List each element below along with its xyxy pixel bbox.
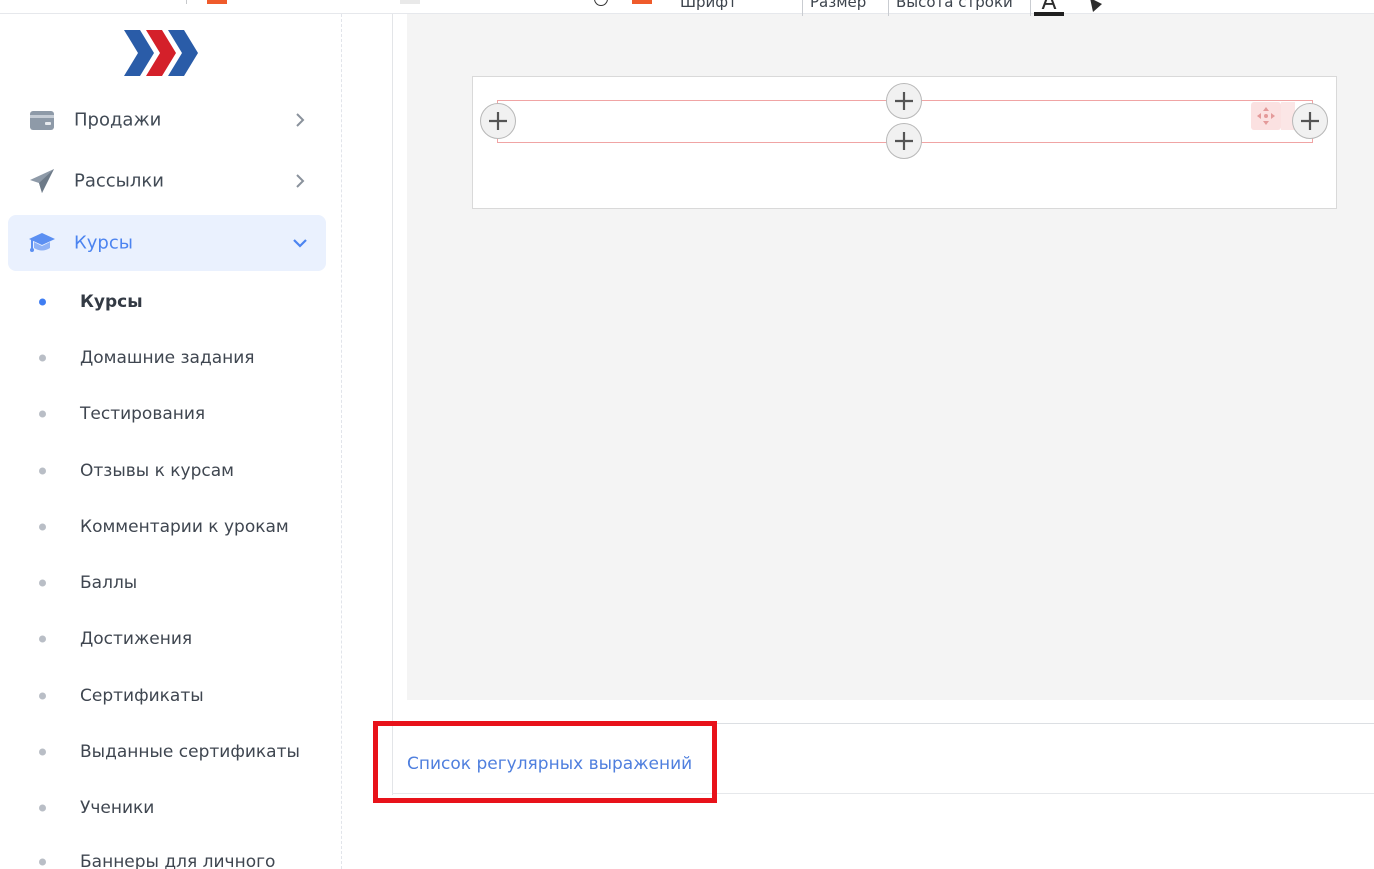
sidebar-subitem-label: Тестирования	[80, 404, 206, 424]
content-border	[392, 14, 393, 795]
sidebar-subitem-label: Сертификаты	[80, 686, 204, 706]
paper-plane-icon	[30, 169, 54, 193]
sidebar-subitem-courses[interactable]: Курсы	[0, 282, 340, 322]
add-above-button[interactable]	[886, 83, 922, 119]
sidebar-subitem-banners[interactable]: Баннеры для личного	[0, 842, 340, 869]
sidebar-subitem-label: Достижения	[80, 629, 193, 649]
sidebar-subitem-tests[interactable]: Тестирования	[0, 394, 340, 434]
sidebar-subitem-lesson-comments[interactable]: Комментарии к урокам	[0, 507, 340, 547]
sidebar-subitem-achievements[interactable]: Достижения	[0, 619, 340, 659]
bullet-dot	[39, 410, 46, 418]
move-icon[interactable]	[1251, 102, 1281, 130]
sidebar-subitem-label: Баллы	[80, 573, 138, 593]
wallet-card-icon	[30, 111, 54, 130]
logo-icon[interactable]	[122, 28, 202, 78]
sidebar-subitem-label: Курсы	[80, 292, 143, 312]
toolbar-separator	[802, 0, 803, 16]
sidebar-subitem-course-reviews[interactable]: Отзывы к курсам	[0, 451, 340, 491]
plus-icon	[489, 112, 507, 130]
globe-icon[interactable]	[594, 0, 608, 6]
bullet-dot	[39, 354, 46, 362]
sidebar-subitem-certificates[interactable]: Сертификаты	[0, 676, 340, 716]
bullet-dot	[39, 523, 46, 531]
sidebar-item-mailings[interactable]: Рассылки	[8, 153, 326, 209]
line-height-select[interactable]: Высота строки	[896, 0, 1013, 11]
bullet-dot	[39, 858, 46, 866]
toolbar-separator	[888, 0, 889, 16]
sidebar-item-label: Продажи	[74, 109, 162, 131]
divider	[392, 793, 1374, 794]
fill-color-icon[interactable]	[1087, 0, 1109, 14]
sidebar-subitem-label: Отзывы к курсам	[80, 461, 234, 481]
graduation-cap-icon	[29, 233, 55, 252]
bullet-dot	[39, 692, 46, 700]
bullet-dot	[39, 804, 46, 812]
size-select[interactable]: Размер	[810, 0, 866, 11]
chevron-right-icon	[296, 174, 305, 188]
app-window: Продажи Рассылки Курсы Курсы Домашние за…	[0, 0, 1374, 869]
sidebar-subitem-label: Домашние задания	[80, 348, 255, 368]
plus-icon	[1301, 112, 1319, 130]
divider	[392, 723, 1374, 724]
sidebar-item-label: Рассылки	[74, 170, 164, 192]
sidebar-subitem-homework[interactable]: Домашние задания	[0, 338, 340, 378]
bullet-dot	[39, 467, 46, 475]
bullet-dot	[39, 298, 46, 306]
bullet-dot	[39, 579, 46, 587]
sidebar-subitem-issued-certificates[interactable]: Выданные сертификаты	[0, 732, 340, 772]
bullet-dot	[39, 635, 46, 643]
text-color-icon[interactable]: A	[1034, 0, 1064, 20]
chevron-down-icon	[293, 239, 307, 248]
chevron-right-icon	[296, 113, 305, 127]
plus-icon	[895, 132, 913, 150]
sidebar-item-courses[interactable]: Курсы	[8, 215, 326, 271]
sidebar-subitem-label: Баннеры для личного	[80, 852, 276, 869]
bookmark-favicon[interactable]	[207, 0, 227, 4]
add-below-button[interactable]	[886, 123, 922, 159]
add-right-button[interactable]	[1292, 103, 1328, 139]
sidebar-subitem-label: Ученики	[80, 798, 155, 818]
bookmark-favicon[interactable]	[632, 0, 652, 4]
sidebar-subitem-label: Выданные сертификаты	[80, 742, 300, 762]
toolbar-separator	[1030, 0, 1031, 16]
add-left-button[interactable]	[480, 103, 516, 139]
bullet-dot	[39, 748, 46, 756]
sidebar: Продажи Рассылки Курсы Курсы Домашние за…	[0, 14, 342, 869]
font-select[interactable]: Шрифт	[680, 0, 737, 11]
regex-list-link[interactable]: Список регулярных выражений	[407, 754, 692, 774]
text-color-swatch	[1034, 12, 1064, 16]
plus-icon	[895, 92, 913, 110]
sidebar-item-sales[interactable]: Продажи	[8, 92, 326, 148]
sidebar-item-label: Курсы	[74, 232, 133, 254]
sidebar-subitem-label: Комментарии к урокам	[80, 517, 289, 537]
bookmark-favicon[interactable]	[400, 0, 420, 4]
sidebar-subitem-points[interactable]: Баллы	[0, 563, 340, 603]
bookmark-separator	[186, 0, 187, 4]
sidebar-subitem-students[interactable]: Ученики	[0, 788, 340, 828]
